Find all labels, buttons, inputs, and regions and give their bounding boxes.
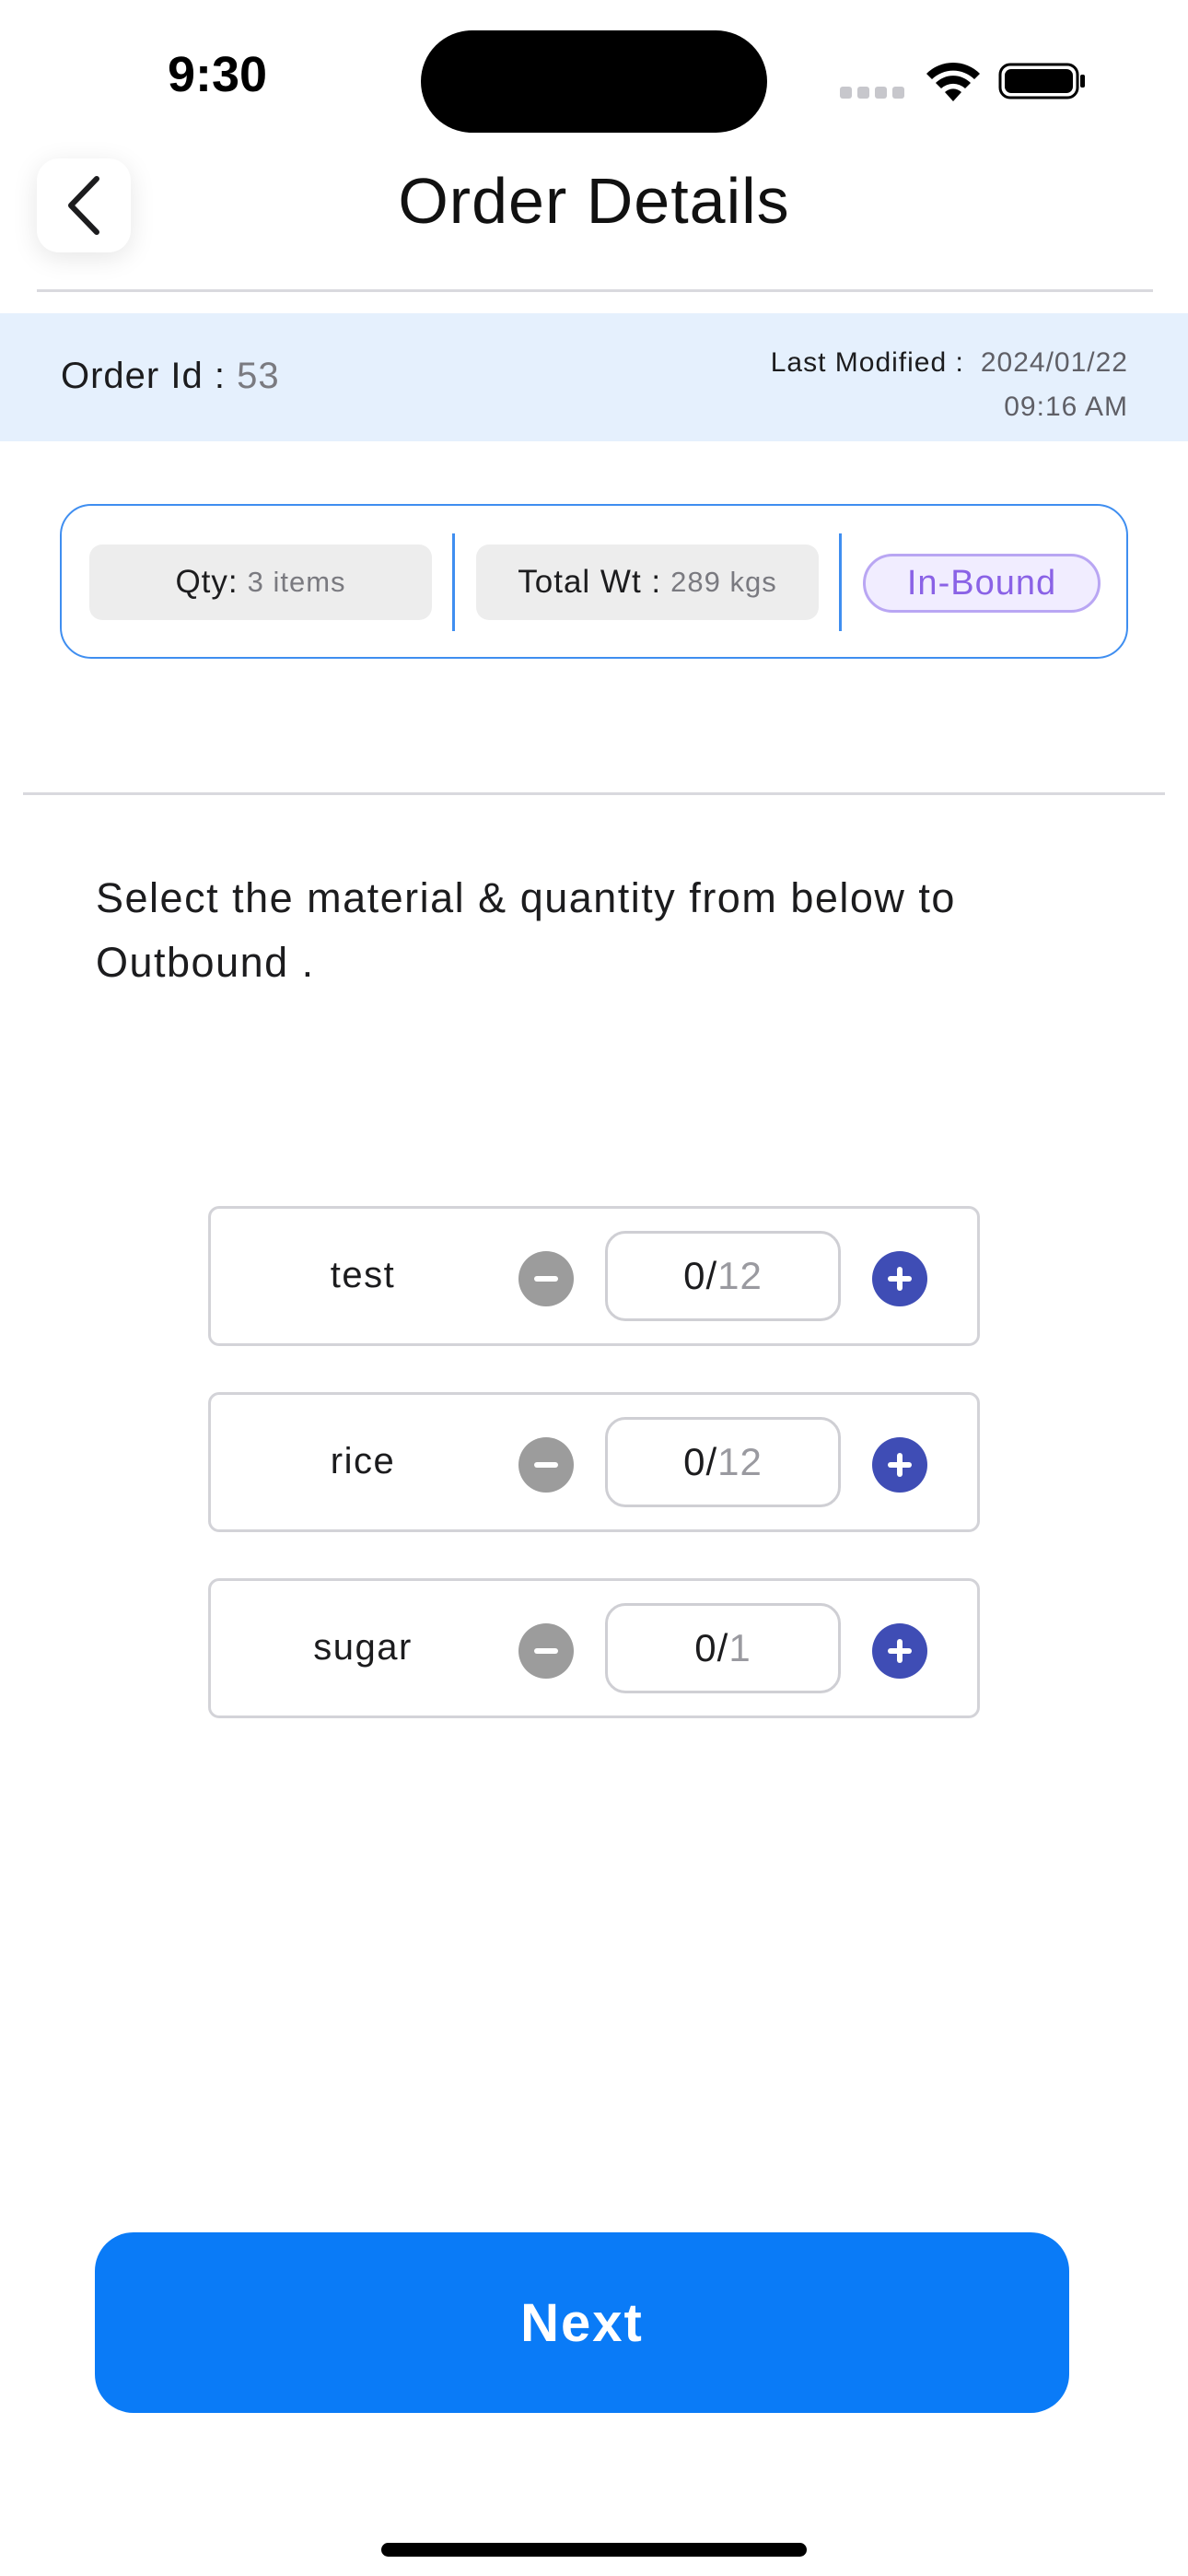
- material-name: test: [330, 1255, 396, 1295]
- summary-separator: [452, 533, 455, 631]
- increment-button[interactable]: [872, 1251, 927, 1306]
- weight-chip: Total Wt : 289 kgs: [476, 544, 819, 620]
- status-icons: [840, 55, 1089, 105]
- increment-button[interactable]: [872, 1437, 927, 1493]
- quantity-max: 12: [717, 1440, 763, 1483]
- header-divider: [37, 289, 1153, 292]
- minus-icon: [534, 1462, 558, 1468]
- next-button[interactable]: Next: [95, 2232, 1069, 2413]
- order-info-bar: Order Id : 53 Last Modified : 2024/01/22 …: [0, 313, 1188, 441]
- last-modified-date: 2024/01/22: [980, 347, 1128, 378]
- battery-icon: [998, 63, 1085, 100]
- decrement-button[interactable]: [518, 1437, 574, 1493]
- weight-value: 289 kgs: [670, 566, 777, 598]
- page-title: Order Details: [398, 165, 790, 237]
- material-row-test: test 0/12: [208, 1206, 980, 1346]
- qty-label: Qty:: [175, 564, 239, 600]
- quantity-max: 1: [728, 1626, 751, 1669]
- quantity-field[interactable]: 0/1: [605, 1603, 841, 1693]
- order-summary-card: Qty: 3 items Total Wt : 289 kgs In-Bound: [60, 504, 1128, 659]
- cellular-signal-icon: [840, 87, 904, 99]
- summary-separator: [839, 533, 842, 631]
- plus-icon: [888, 1267, 912, 1291]
- order-details-screen: 9:30 Order Details Order Id : 53 Last Mo…: [0, 0, 1188, 2576]
- instruction-text: Select the material & quantity from belo…: [96, 874, 956, 986]
- decrement-button[interactable]: [518, 1251, 574, 1306]
- material-row-rice: rice 0/12: [208, 1392, 980, 1532]
- minus-icon: [534, 1276, 558, 1282]
- increment-button[interactable]: [872, 1623, 927, 1679]
- qty-chip: Qty: 3 items: [89, 544, 432, 620]
- quantity-max: 12: [717, 1254, 763, 1297]
- order-id: Order Id : 53: [61, 356, 280, 397]
- last-modified: Last Modified : 2024/01/22 09:16 AM: [771, 341, 1128, 429]
- status-badge: In-Bound: [863, 554, 1101, 613]
- dynamic-island: [421, 30, 767, 133]
- order-id-label: Order Id :: [61, 356, 226, 396]
- plus-icon: [888, 1639, 912, 1663]
- quantity-field[interactable]: 0/12: [605, 1417, 841, 1507]
- material-row-sugar: sugar 0/1: [208, 1578, 980, 1718]
- quantity-selected: 0: [683, 1254, 706, 1297]
- last-modified-time: 09:16 AM: [1004, 392, 1128, 422]
- qty-value: 3 items: [247, 566, 346, 598]
- minus-icon: [534, 1648, 558, 1654]
- plus-icon: [888, 1453, 912, 1477]
- home-indicator[interactable]: [381, 2543, 807, 2557]
- quantity-selected: 0: [694, 1626, 717, 1669]
- quantity-selected: 0: [683, 1440, 706, 1483]
- decrement-button[interactable]: [518, 1623, 574, 1679]
- status-time: 9:30: [168, 47, 268, 102]
- material-name: rice: [330, 1441, 396, 1481]
- last-modified-label: Last Modified :: [770, 347, 964, 378]
- wifi-icon: [926, 62, 980, 101]
- material-name: sugar: [313, 1627, 413, 1668]
- order-id-value: 53: [237, 356, 280, 396]
- section-divider: [23, 792, 1165, 795]
- weight-label: Total Wt :: [518, 564, 662, 600]
- quantity-field[interactable]: 0/12: [605, 1231, 841, 1321]
